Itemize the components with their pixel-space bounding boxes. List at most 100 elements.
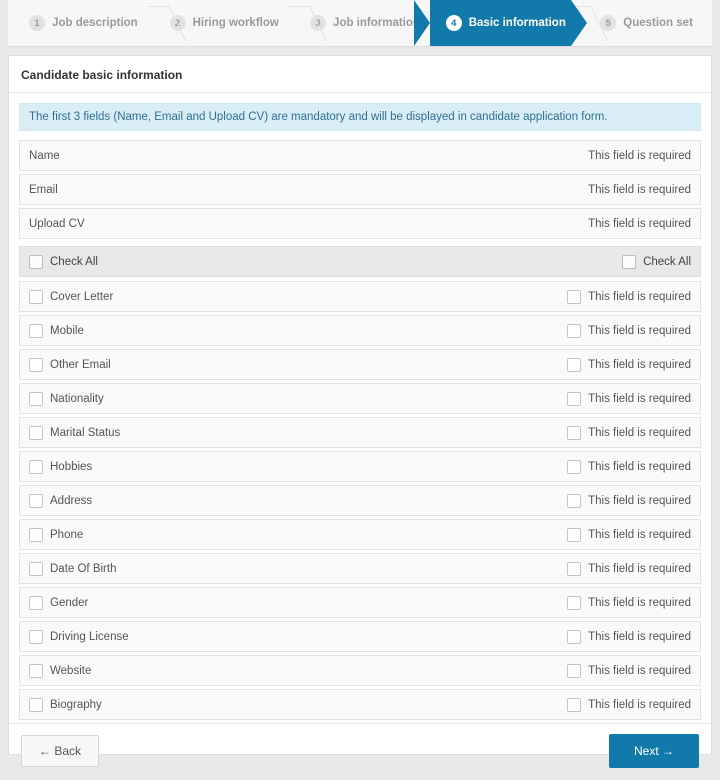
field-enable-checkbox[interactable] xyxy=(29,493,43,508)
field-label: Name xyxy=(29,149,60,162)
required-label: This field is required xyxy=(588,596,691,609)
wizard-stepper: 1 Job description 2 Hiring workflow 3 Job inf… xyxy=(8,0,712,47)
field-enable-checkbox[interactable] xyxy=(29,629,43,644)
check-all-right-checkbox[interactable] xyxy=(622,254,637,269)
optional-field-row[interactable]: Website This field is required xyxy=(19,655,701,686)
step-number-badge: 3 xyxy=(310,15,327,31)
field-label: Date Of Birth xyxy=(50,562,117,575)
step-2[interactable]: 2 Hiring workflow xyxy=(148,0,290,46)
step-label: Hiring workflow xyxy=(192,17,279,29)
field-label: Upload CV xyxy=(29,217,85,230)
required-label: This field is required xyxy=(588,217,691,230)
field-required-checkbox[interactable] xyxy=(567,459,582,474)
field-label: Driving License xyxy=(50,630,129,643)
required-label: This field is required xyxy=(588,392,691,405)
field-label: Email xyxy=(29,183,58,196)
back-button[interactable]: ← Back xyxy=(21,735,100,767)
step-number-badge: 1 xyxy=(29,15,46,31)
required-label: This field is required xyxy=(588,290,691,303)
field-enable-checkbox[interactable] xyxy=(29,425,43,440)
optional-field-row[interactable]: Marital Status This field is required xyxy=(19,417,701,448)
step-3[interactable]: 3 Job information xyxy=(289,0,431,46)
field-required-checkbox[interactable] xyxy=(567,493,582,508)
required-label: This field is required xyxy=(588,426,691,439)
required-label: This field is required xyxy=(588,528,691,541)
optional-field-row[interactable]: Nationality This field is required xyxy=(19,383,701,414)
field-enable-checkbox[interactable] xyxy=(29,663,43,678)
step-1[interactable]: 1 Job description xyxy=(8,0,149,46)
next-button[interactable]: Next → xyxy=(608,734,699,768)
field-enable-checkbox[interactable] xyxy=(29,289,43,304)
optional-field-row[interactable]: Date Of Birth This field is required xyxy=(19,553,701,584)
page-title: Candidate basic information xyxy=(9,56,711,93)
field-required-checkbox[interactable] xyxy=(567,323,582,338)
required-label: This field is required xyxy=(588,494,691,507)
field-label: Hobbies xyxy=(50,460,93,473)
mandatory-field-list: Name This field is required Email This fiel… xyxy=(19,140,701,239)
field-label: Address xyxy=(50,494,93,507)
step-number-badge: 4 xyxy=(445,15,462,31)
required-label: This field is required xyxy=(588,183,691,196)
check-all-right-label: Check All xyxy=(643,255,691,268)
check-all-left-checkbox[interactable] xyxy=(29,254,43,269)
optional-field-row[interactable]: Gender This field is required xyxy=(19,587,701,618)
optional-field-row[interactable]: Driving License This field is required xyxy=(19,621,701,652)
required-label: This field is required xyxy=(588,698,691,711)
field-label: Gender xyxy=(50,596,89,609)
field-enable-checkbox[interactable] xyxy=(29,561,43,576)
field-enable-checkbox[interactable] xyxy=(29,323,43,338)
field-enable-checkbox[interactable] xyxy=(29,527,43,542)
optional-field-row[interactable]: Address This field is required xyxy=(19,485,701,516)
step-number-badge: 5 xyxy=(600,15,617,31)
step-label: Job information xyxy=(333,17,420,29)
basic-information-card: Candidate basic information The first 3 … xyxy=(8,55,712,768)
step-label: Question set xyxy=(623,17,693,29)
mandatory-field-row: Name This field is required xyxy=(19,140,701,171)
field-enable-checkbox[interactable] xyxy=(29,357,43,372)
optional-field-row[interactable]: Phone This field is required xyxy=(19,519,701,550)
step-5[interactable]: 5 Question set xyxy=(571,0,712,46)
info-banner: The first 3 fields (Name, Email and Uplo… xyxy=(19,103,701,131)
optional-field-row[interactable]: Cover Letter This field is required xyxy=(19,281,701,312)
field-required-checkbox[interactable] xyxy=(567,289,582,304)
field-enable-checkbox[interactable] xyxy=(29,697,43,712)
required-label: This field is required xyxy=(588,460,691,473)
field-enable-checkbox[interactable] xyxy=(29,595,43,610)
card-footer: ← Back Next → xyxy=(9,723,711,780)
field-required-checkbox[interactable] xyxy=(567,357,582,372)
required-label: This field is required xyxy=(588,562,691,575)
required-label: This field is required xyxy=(588,630,691,643)
field-label: Marital Status xyxy=(50,426,121,439)
step-4[interactable]: 4 Basic information xyxy=(414,0,587,46)
step-label: Basic information xyxy=(468,17,566,29)
card-body: The first 3 fields (Name, Email and Uplo… xyxy=(9,93,711,723)
field-required-checkbox[interactable] xyxy=(567,527,582,542)
field-label: Nationality xyxy=(50,392,104,405)
optional-field-list: Cover Letter This field is required Mobile… xyxy=(19,281,701,720)
field-required-checkbox[interactable] xyxy=(567,697,582,712)
check-all-left-label: Check All xyxy=(50,255,98,268)
field-enable-checkbox[interactable] xyxy=(29,459,43,474)
field-label: Other Email xyxy=(50,358,111,371)
field-label: Mobile xyxy=(50,324,84,337)
check-all-row[interactable]: Check All Check All xyxy=(19,246,701,277)
required-label: This field is required xyxy=(588,324,691,337)
optional-field-row[interactable]: Hobbies This field is required xyxy=(19,451,701,482)
field-label: Website xyxy=(50,664,92,677)
optional-field-row[interactable]: Other Email This field is required xyxy=(19,349,701,380)
optional-field-row[interactable]: Mobile This field is required xyxy=(19,315,701,346)
field-label: Cover Letter xyxy=(50,290,114,303)
field-required-checkbox[interactable] xyxy=(567,391,582,406)
field-required-checkbox[interactable] xyxy=(567,663,582,678)
step-label: Job description xyxy=(52,17,138,29)
field-required-checkbox[interactable] xyxy=(567,629,582,644)
optional-field-row[interactable]: Biography This field is required xyxy=(19,689,701,720)
field-enable-checkbox[interactable] xyxy=(29,391,43,406)
mandatory-field-row: Upload CV This field is required xyxy=(19,208,701,239)
required-label: This field is required xyxy=(588,358,691,371)
field-required-checkbox[interactable] xyxy=(567,425,582,440)
field-required-checkbox[interactable] xyxy=(567,595,582,610)
required-label: This field is required xyxy=(588,149,691,162)
field-label: Biography xyxy=(50,698,102,711)
field-required-checkbox[interactable] xyxy=(567,561,582,576)
